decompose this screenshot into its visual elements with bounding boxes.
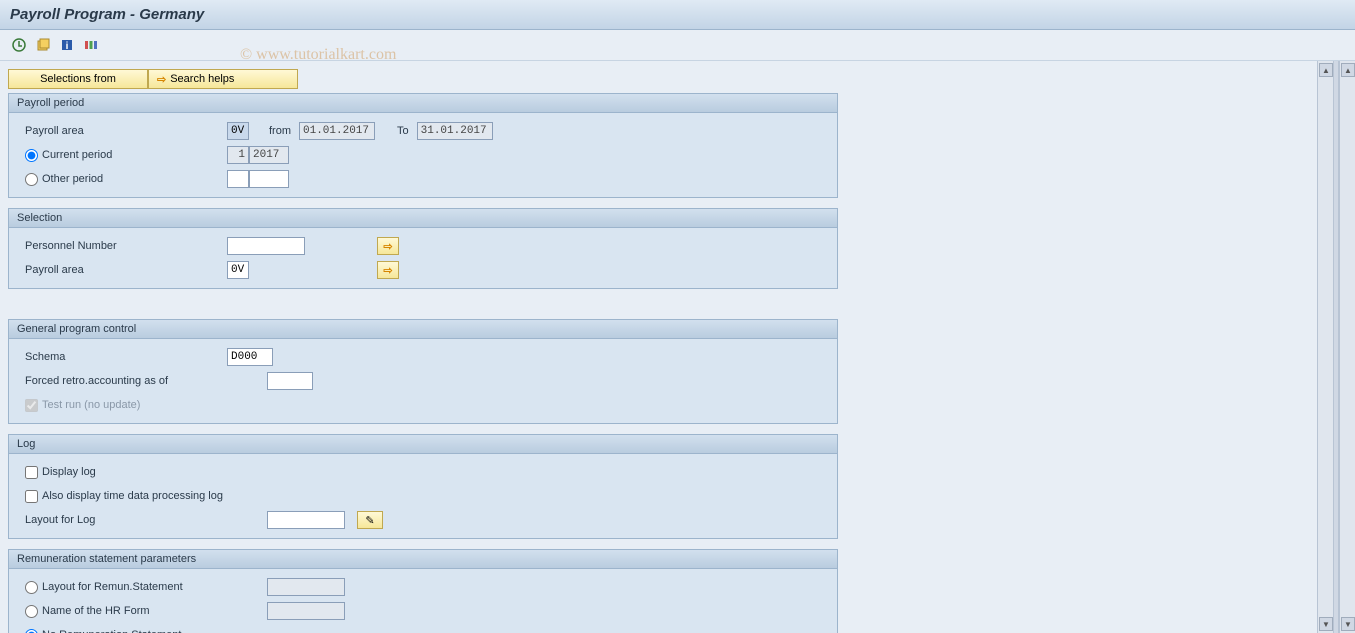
- app-toolbar: i: [0, 30, 1355, 61]
- other-period-radio[interactable]: [25, 173, 38, 186]
- time-data-log-checkbox[interactable]: [25, 490, 38, 503]
- info-icon[interactable]: i: [58, 36, 76, 54]
- display-log-label: Display log: [42, 466, 96, 478]
- remuneration-header: Remuneration statement parameters: [9, 550, 837, 569]
- display-log-checkbox[interactable]: [25, 466, 38, 479]
- personnel-number-input[interactable]: [227, 237, 305, 255]
- search-helps-label: Search helps: [170, 73, 234, 85]
- current-period-num: [227, 146, 249, 164]
- scroll-down-icon[interactable]: ▼: [1341, 617, 1355, 631]
- retro-input[interactable]: [267, 372, 313, 390]
- execute-icon[interactable]: [10, 36, 28, 54]
- test-run-checkbox: [25, 399, 38, 412]
- from-label: from: [269, 125, 291, 137]
- selection-payroll-area-label: Payroll area: [17, 264, 227, 276]
- payroll-area-input[interactable]: [227, 122, 249, 140]
- outer-vertical-scrollbar[interactable]: ▲ ▼: [1339, 61, 1355, 633]
- schema-input[interactable]: [227, 348, 273, 366]
- other-period-year[interactable]: [249, 170, 289, 188]
- to-label: To: [397, 125, 409, 137]
- from-date-input: [299, 122, 375, 140]
- window-title: Payroll Program - Germany: [0, 0, 1355, 30]
- other-period-num[interactable]: [227, 170, 249, 188]
- scroll-up-icon[interactable]: ▲: [1341, 63, 1355, 77]
- current-period-label: Current period: [42, 149, 112, 161]
- arrow-right-icon: ⇨: [383, 264, 392, 277]
- other-period-label: Other period: [42, 173, 103, 185]
- selection-header: Selection: [9, 209, 837, 228]
- main-content: Selections from ⇨ Search helps Payroll p…: [0, 61, 1317, 633]
- search-helps-button[interactable]: ⇨ Search helps: [148, 69, 298, 89]
- test-run-label: Test run (no update): [42, 399, 140, 411]
- general-program-header: General program control: [9, 320, 837, 339]
- retro-label: Forced retro.accounting as of: [17, 375, 267, 387]
- layout-remun-label: Layout for Remun.Statement: [42, 581, 183, 593]
- scroll-up-icon[interactable]: ▲: [1319, 63, 1333, 77]
- log-group: Log Display log Also display time data p…: [8, 434, 838, 539]
- selection-payroll-area-input[interactable]: [227, 261, 249, 279]
- arrow-right-icon: ⇨: [383, 240, 392, 253]
- schema-label: Schema: [17, 351, 227, 363]
- abap-icon[interactable]: [82, 36, 100, 54]
- pencil-icon: ✎: [365, 514, 374, 527]
- personnel-number-label: Personnel Number: [17, 240, 227, 252]
- general-program-group: General program control Schema Forced re…: [8, 319, 838, 424]
- payroll-area-multiselect-button[interactable]: ⇨: [377, 261, 399, 279]
- log-header: Log: [9, 435, 837, 454]
- selection-group: Selection Personnel Number ⇨ Payroll are…: [8, 208, 838, 289]
- layout-remun-radio[interactable]: [25, 581, 38, 594]
- personnel-multiselect-button[interactable]: ⇨: [377, 237, 399, 255]
- hr-form-input: [267, 602, 345, 620]
- hr-form-radio[interactable]: [25, 605, 38, 618]
- no-remun-radio[interactable]: [25, 629, 38, 633]
- vertical-scrollbar[interactable]: ▲ ▼: [1317, 61, 1333, 633]
- payroll-period-group: Payroll period Payroll area from To Curr…: [8, 93, 838, 198]
- scroll-down-icon[interactable]: ▼: [1319, 617, 1333, 631]
- layout-remun-input: [267, 578, 345, 596]
- layout-log-label: Layout for Log: [17, 514, 267, 526]
- to-date-input: [417, 122, 493, 140]
- layout-log-input[interactable]: [267, 511, 345, 529]
- arrow-right-icon: ⇨: [157, 73, 166, 86]
- hr-form-label: Name of the HR Form: [42, 605, 150, 617]
- current-period-year: [249, 146, 289, 164]
- payroll-area-label: Payroll area: [17, 125, 227, 137]
- time-data-log-label: Also display time data processing log: [42, 490, 223, 502]
- current-period-radio[interactable]: [25, 149, 38, 162]
- remuneration-group: Remuneration statement parameters Layout…: [8, 549, 838, 633]
- variant-icon[interactable]: [34, 36, 52, 54]
- layout-log-edit-button[interactable]: ✎: [357, 511, 383, 529]
- svg-text:i: i: [66, 41, 69, 52]
- payroll-period-header: Payroll period: [9, 94, 837, 113]
- selections-from-button[interactable]: Selections from: [8, 69, 148, 89]
